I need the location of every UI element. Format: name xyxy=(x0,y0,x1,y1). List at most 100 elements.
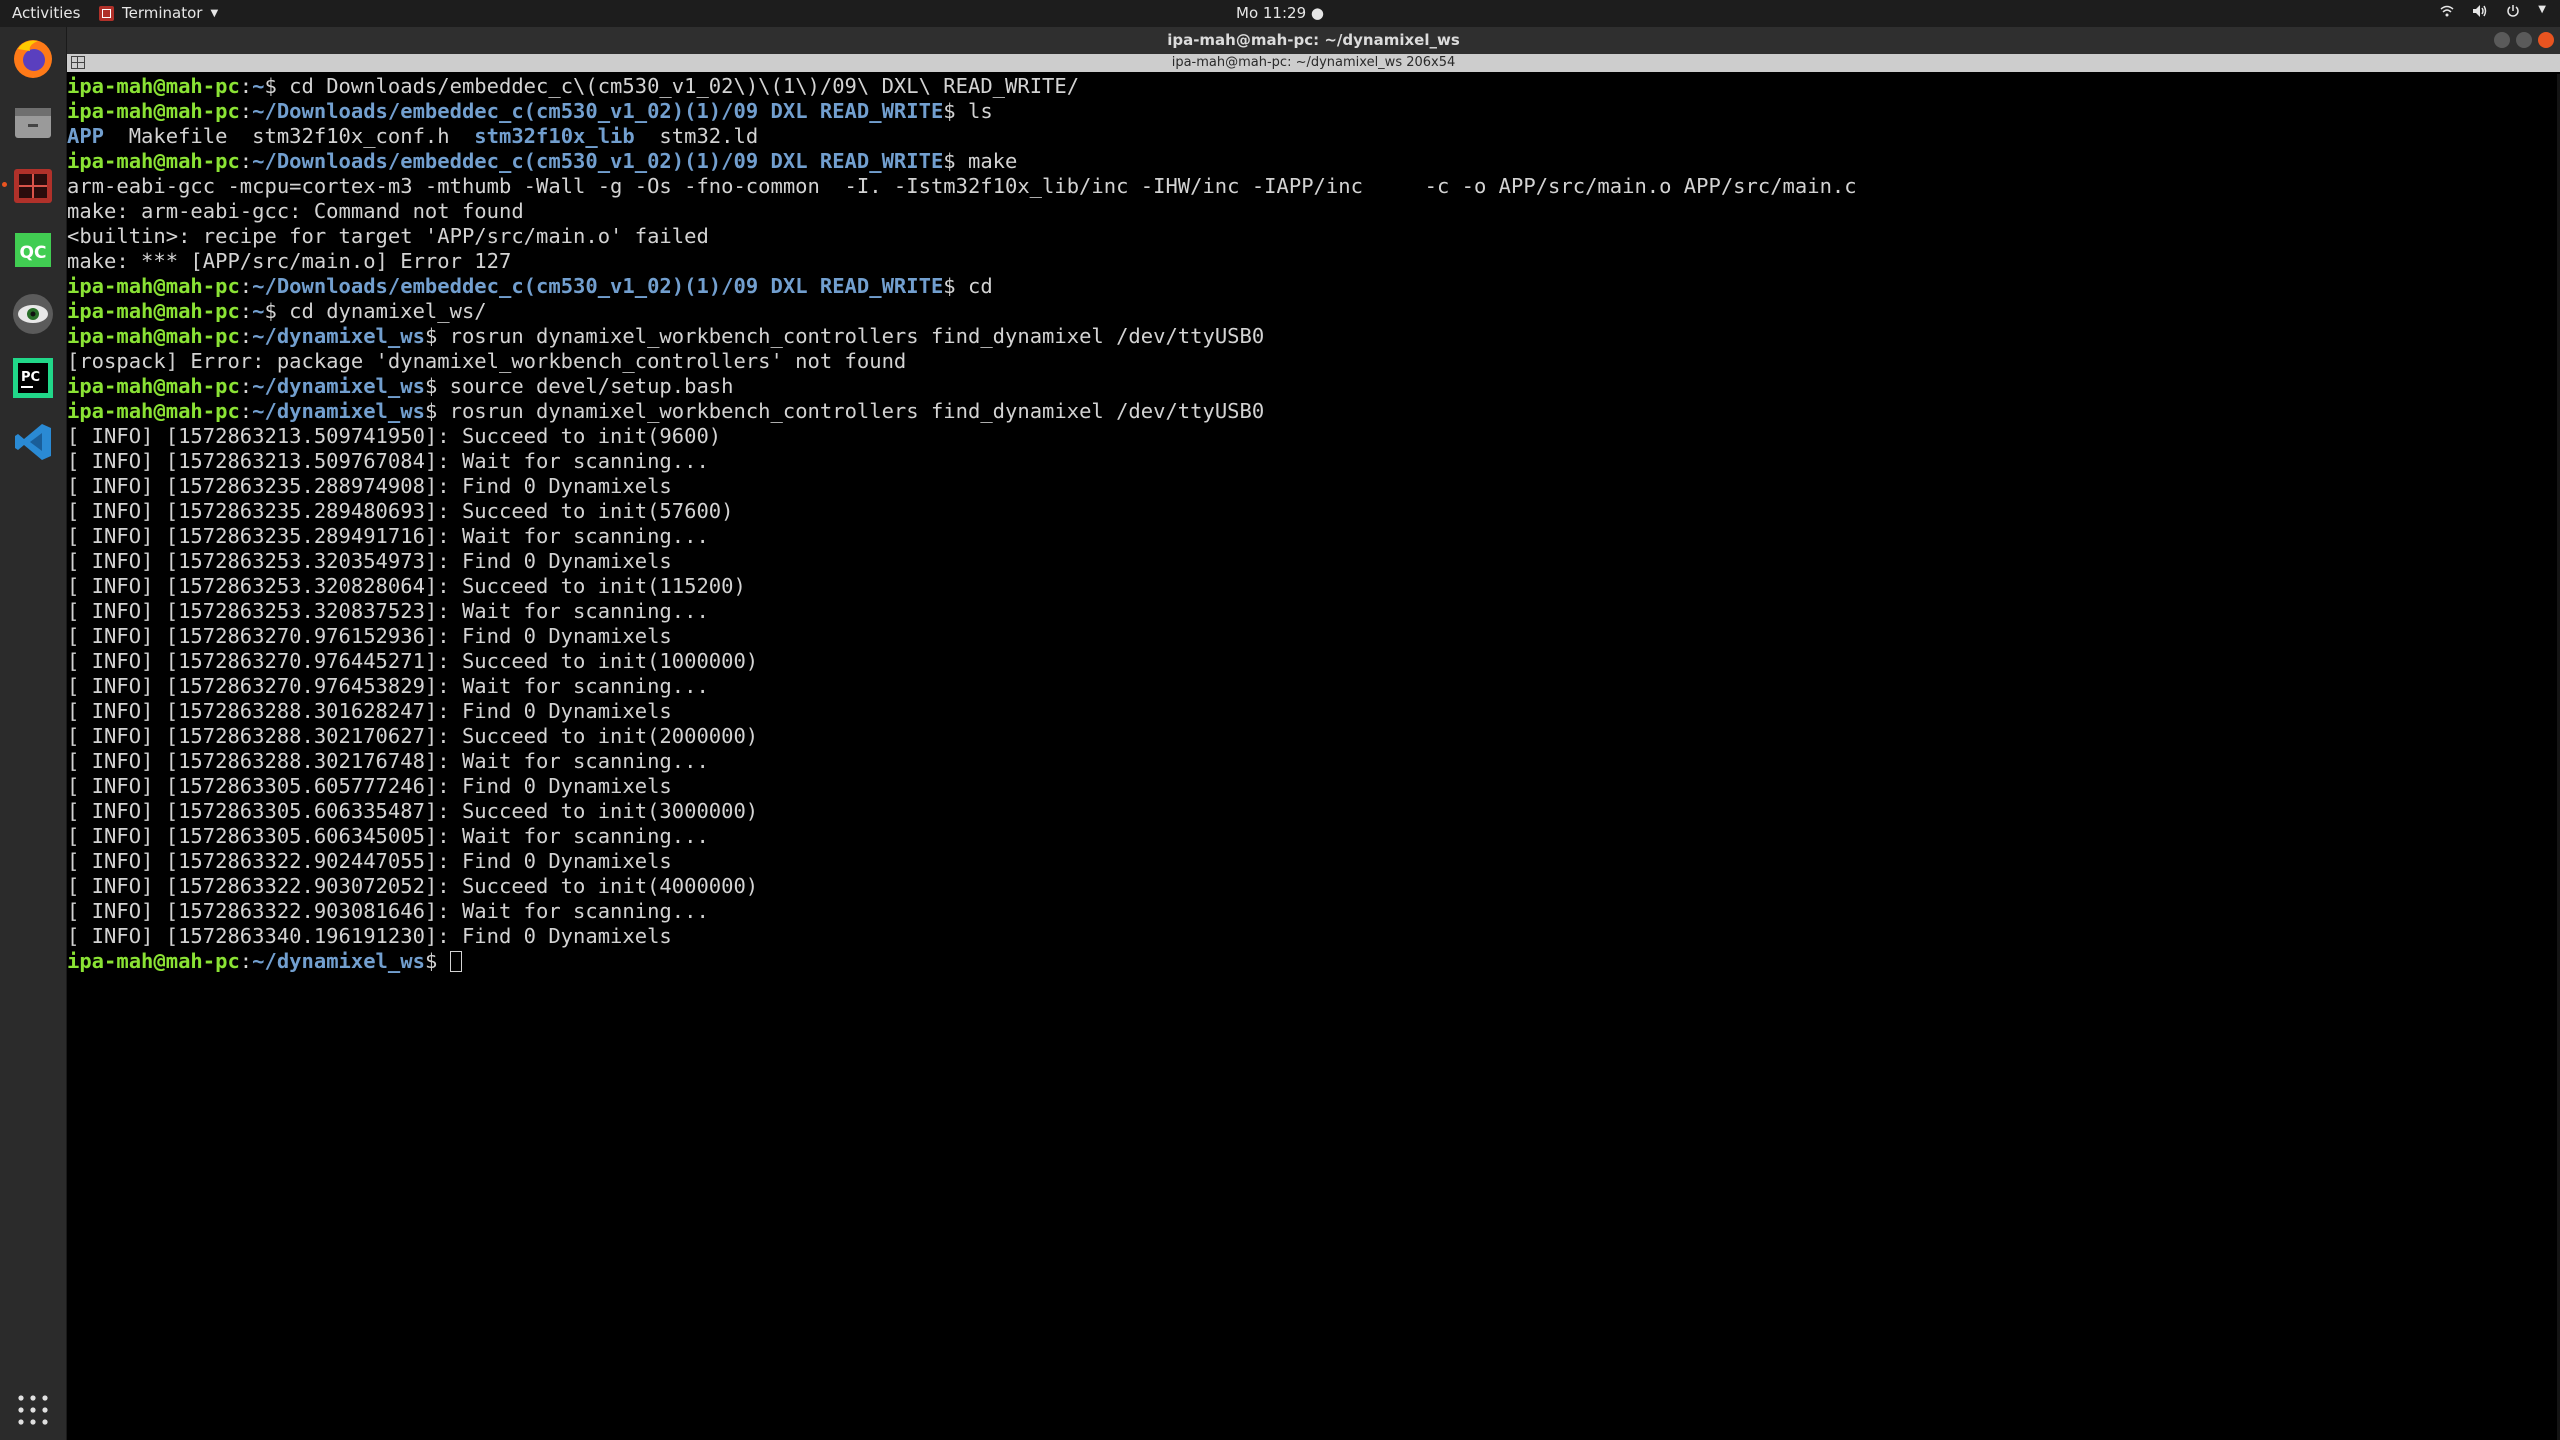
terminal-text: Makefile stm32f10x_conf.h xyxy=(104,124,475,148)
terminal-line: [ INFO] [1572863253.320354973]: Find 0 D… xyxy=(67,549,2557,574)
terminal-line: [ INFO] [1572863322.902447055]: Find 0 D… xyxy=(67,849,2557,874)
terminal-text: $ make xyxy=(943,149,1018,173)
dock-item-files[interactable] xyxy=(8,97,58,147)
top-bar: Activities Terminator ▼ Mo 11:29 ● ▼ xyxy=(0,0,2560,27)
terminal-text: arm-eabi-gcc -mcpu=cortex-m3 -mthumb -Wa… xyxy=(67,174,1857,198)
prompt-path: ~/dynamixel_ws xyxy=(252,324,425,348)
terminal-text: : xyxy=(239,374,253,398)
terminal-text: [ INFO] [1572863235.288974908]: Find 0 D… xyxy=(67,474,672,498)
terminal-line: [ INFO] [1572863322.903081646]: Wait for… xyxy=(67,899,2557,924)
prompt-user: ipa-mah@mah-pc xyxy=(67,374,240,398)
terminal-line: ipa-mah@mah-pc:~/dynamixel_ws$ xyxy=(67,949,2557,974)
show-applications-button[interactable] xyxy=(8,1385,58,1435)
terminal-line: make: arm-eabi-gcc: Command not found xyxy=(67,199,2557,224)
terminal-text: [ INFO] [1572863322.903081646]: Wait for… xyxy=(67,899,709,923)
terminal-line: APP Makefile stm32f10x_conf.h stm32f10x_… xyxy=(67,124,2557,149)
clock[interactable]: Mo 11:29 ● xyxy=(1236,4,1324,22)
terminal-text: [ INFO] [1572863305.605777246]: Find 0 D… xyxy=(67,774,672,798)
terminal-text: [ INFO] [1572863288.301628247]: Find 0 D… xyxy=(67,699,672,723)
prompt-user: ipa-mah@mah-pc xyxy=(67,299,240,323)
directory-entry: APP xyxy=(67,124,105,148)
terminal-line: [ INFO] [1572863213.509767084]: Wait for… xyxy=(67,449,2557,474)
wifi-icon xyxy=(2440,4,2454,22)
window-titlebar[interactable]: ipa-mah@mah-pc: ~/dynamixel_ws xyxy=(67,27,2560,54)
terminator-icon xyxy=(99,5,114,21)
terminal-text: <builtin>: recipe for target 'APP/src/ma… xyxy=(67,224,709,248)
terminal-line: [ INFO] [1572863270.976445271]: Succeed … xyxy=(67,649,2557,674)
prompt-path: ~ xyxy=(252,299,265,323)
maximize-button[interactable] xyxy=(2516,32,2532,48)
app-menu[interactable]: Terminator ▼ xyxy=(99,4,218,22)
terminal-text: $ ls xyxy=(943,99,993,123)
terminal-text: $ rosrun dynamixel_workbench_controllers… xyxy=(424,324,1265,348)
terminal-text: : xyxy=(239,74,253,98)
terminator-icon xyxy=(14,169,52,203)
window-title: ipa-mah@mah-pc: ~/dynamixel_ws xyxy=(1167,31,1460,49)
system-tray[interactable]: ▼ xyxy=(2440,4,2546,22)
minimize-button[interactable] xyxy=(2494,32,2510,48)
terminal-text: : xyxy=(239,149,253,173)
terminal-line: [ INFO] [1572863253.320837523]: Wait for… xyxy=(67,599,2557,624)
files-icon xyxy=(15,108,51,138)
terminal-text: [rospack] Error: package 'dynamixel_work… xyxy=(67,349,907,373)
terminal-text: [ INFO] [1572863253.320837523]: Wait for… xyxy=(67,599,709,623)
close-button[interactable] xyxy=(2538,32,2554,48)
qtcreator-icon: QC xyxy=(15,233,51,267)
prompt-user: ipa-mah@mah-pc xyxy=(67,99,240,123)
terminal-text: $ cd dynamixel_ws/ xyxy=(264,299,487,323)
prompt-user: ipa-mah@mah-pc xyxy=(67,74,240,98)
terminal-text: : xyxy=(239,399,253,423)
terminal-text: : xyxy=(239,274,253,298)
svg-text:QC: QC xyxy=(20,243,47,263)
terminal-text: $ cd xyxy=(943,274,993,298)
terminal-line: arm-eabi-gcc -mcpu=cortex-m3 -mthumb -Wa… xyxy=(67,174,2557,199)
terminal-output[interactable]: ipa-mah@mah-pc:~$ cd Downloads/embeddec_… xyxy=(67,74,2557,1440)
chevron-down-icon: ▼ xyxy=(210,7,219,19)
terminal-text: [ INFO] [1572863340.196191230]: Find 0 D… xyxy=(67,924,672,948)
terminal-line: [ INFO] [1572863288.301628247]: Find 0 D… xyxy=(67,699,2557,724)
terminal-line: [ INFO] [1572863235.289491716]: Wait for… xyxy=(67,524,2557,549)
terminal-line: ipa-mah@mah-pc:~/Downloads/embeddec_c(cm… xyxy=(67,99,2557,124)
terminal-text: make: arm-eabi-gcc: Command not found xyxy=(67,199,524,223)
terminal-text: [ INFO] [1572863305.606335487]: Succeed … xyxy=(67,799,759,823)
dock-item-eye-app[interactable] xyxy=(8,289,58,339)
svg-text:PC: PC xyxy=(21,370,40,385)
dock-item-vscode[interactable] xyxy=(8,417,58,467)
terminal-line: [ INFO] [1572863213.509741950]: Succeed … xyxy=(67,424,2557,449)
terminal-text: : xyxy=(239,99,253,123)
prompt-user: ipa-mah@mah-pc xyxy=(67,274,240,298)
dock-item-firefox[interactable] xyxy=(8,33,58,83)
prompt-path: ~/dynamixel_ws xyxy=(252,399,425,423)
terminal-text: [ INFO] [1572863322.902447055]: Find 0 D… xyxy=(67,849,672,873)
dock-item-pycharm[interactable]: PC xyxy=(8,353,58,403)
terminal-text: [ INFO] [1572863213.509741950]: Succeed … xyxy=(67,424,722,448)
terminal-line: ipa-mah@mah-pc:~$ cd Downloads/embeddec_… xyxy=(67,74,2557,99)
terminal-text: [ INFO] [1572863270.976152936]: Find 0 D… xyxy=(67,624,672,648)
terminal-line: [ INFO] [1572863305.606345005]: Wait for… xyxy=(67,824,2557,849)
terminal-line: [ INFO] [1572863305.606335487]: Succeed … xyxy=(67,799,2557,824)
dock: QC PC xyxy=(0,27,67,1440)
terminal-line: [ INFO] [1572863253.320828064]: Succeed … xyxy=(67,574,2557,599)
firefox-icon xyxy=(14,40,52,78)
terminal-text: : xyxy=(239,299,253,323)
prompt-path: ~/Downloads/embeddec_c(cm530_v1_02)(1)/0… xyxy=(252,99,944,123)
prompt-user: ipa-mah@mah-pc xyxy=(67,399,240,423)
terminal-line: [ INFO] [1572863340.196191230]: Find 0 D… xyxy=(67,924,2557,949)
terminal-text: stm32.ld xyxy=(634,124,759,148)
prompt-user: ipa-mah@mah-pc xyxy=(67,149,240,173)
prompt-path: ~/Downloads/embeddec_c(cm530_v1_02)(1)/0… xyxy=(252,274,944,298)
dock-item-qtcreator[interactable]: QC xyxy=(8,225,58,275)
terminal-line: [ INFO] [1572863305.605777246]: Find 0 D… xyxy=(67,774,2557,799)
terminal-line: ipa-mah@mah-pc:~$ cd dynamixel_ws/ xyxy=(67,299,2557,324)
prompt-path: ~ xyxy=(252,74,265,98)
terminal-text: $ rosrun dynamixel_workbench_controllers… xyxy=(424,399,1265,423)
terminal-text: [ INFO] [1572863213.509767084]: Wait for… xyxy=(67,449,709,473)
app-menu-label: Terminator xyxy=(122,4,203,22)
terminal-text: make: *** [APP/src/main.o] Error 127 xyxy=(67,249,512,273)
activities-button[interactable]: Activities xyxy=(12,4,80,22)
vscode-icon xyxy=(15,424,51,460)
terminal-line: [ INFO] [1572863270.976453829]: Wait for… xyxy=(67,674,2557,699)
prompt-path: ~/dynamixel_ws xyxy=(252,374,425,398)
terminal-line: [ INFO] [1572863235.289480693]: Succeed … xyxy=(67,499,2557,524)
dock-item-terminator[interactable] xyxy=(2,161,58,211)
